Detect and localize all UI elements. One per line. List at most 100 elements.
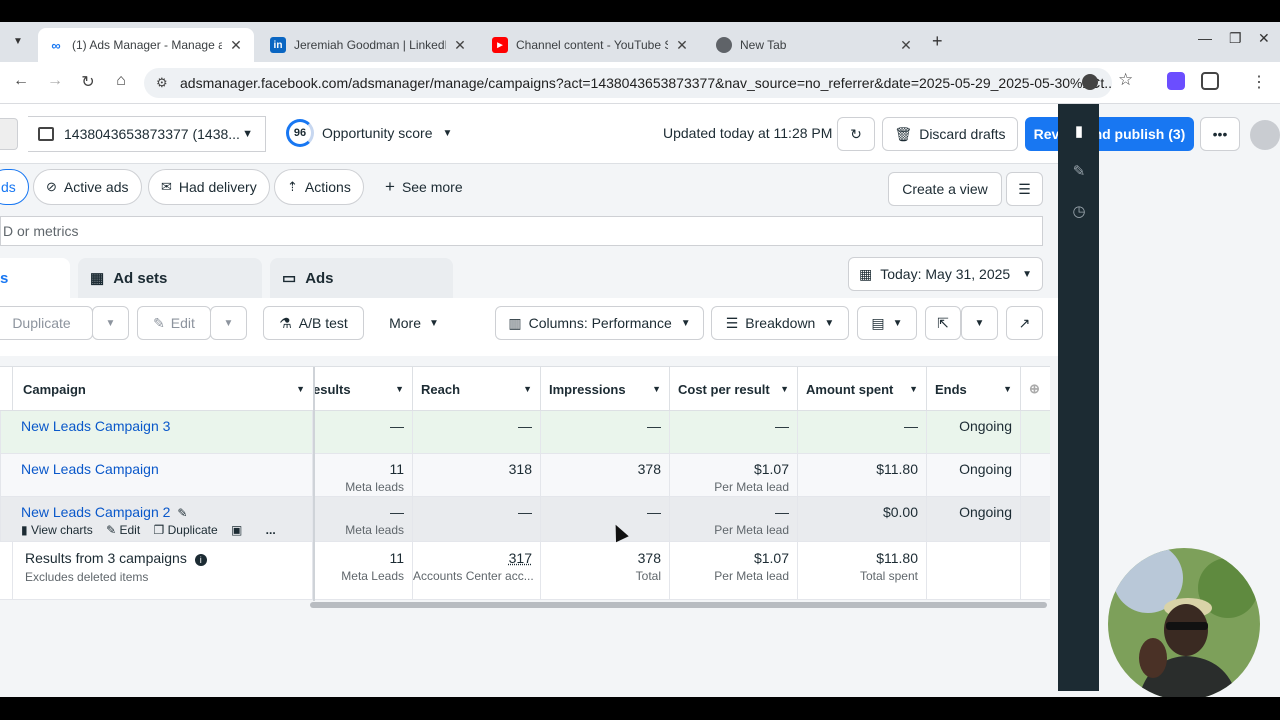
- ends-cell: Ongoing: [927, 411, 1021, 453]
- export-menu-button[interactable]: ▼: [961, 306, 998, 340]
- row-action-view-charts[interactable]: ▮ View charts: [21, 523, 93, 537]
- close-window-icon[interactable]: ✕: [1258, 30, 1270, 47]
- info-icon[interactable]: i: [194, 554, 207, 566]
- reports-button[interactable]: ▤ ▼: [857, 306, 917, 340]
- tab-ads[interactable]: ▭ Ads: [270, 258, 453, 298]
- more-options-button[interactable]: •••: [1200, 117, 1240, 151]
- view-settings-button[interactable]: ☰: [1006, 172, 1043, 206]
- filter-pill-active-ads[interactable]: ⊘ Active ads: [33, 169, 142, 205]
- browser-tab-youtube[interactable]: ▶ Channel content - YouTube Stu ✕: [482, 28, 700, 62]
- chart-view-button[interactable]: ↗: [1006, 306, 1043, 340]
- summary-impressions-sub: Total: [635, 569, 661, 583]
- bookmark-star-icon[interactable]: ☆: [1118, 70, 1133, 90]
- cost-cell: $1.07 Per Meta lead: [670, 454, 798, 496]
- columns-label: Columns: Performance: [528, 315, 672, 331]
- forward-arrow-icon[interactable]: →: [44, 72, 66, 90]
- close-tab-icon[interactable]: ✕: [674, 37, 690, 54]
- ab-test-button[interactable]: ⚗ A/B test: [263, 306, 364, 340]
- close-tab-icon[interactable]: ✕: [898, 37, 914, 54]
- column-header-impressions[interactable]: Impressions ▼: [541, 367, 670, 411]
- flask-icon: ⚗: [279, 314, 292, 331]
- campaign-name-link[interactable]: New Leads Campaign: [0, 454, 313, 496]
- back-arrow-icon[interactable]: ←: [10, 72, 32, 90]
- avatar[interactable]: [0, 118, 18, 150]
- search-input[interactable]: D or metrics: [0, 216, 1043, 246]
- preview-icon[interactable]: ▣: [231, 523, 242, 537]
- pencil-icon[interactable]: ✎: [1070, 162, 1088, 180]
- campaign-name-link[interactable]: New Leads Campaign 2 ✎ ▮ View charts ✎ E…: [0, 497, 313, 541]
- new-tab-plus-icon[interactable]: +: [932, 31, 943, 52]
- tab-ad-sets[interactable]: ▦ Ad sets: [78, 258, 262, 298]
- browser-tab-new-tab[interactable]: New Tab ✕: [706, 28, 924, 62]
- tab-search-icon[interactable]: ▼: [8, 32, 28, 52]
- review-publish-button[interactable]: Review and publish (3): [1025, 117, 1194, 151]
- close-tab-icon[interactable]: ✕: [228, 37, 244, 54]
- cost-cell: — Per Meta lead: [670, 497, 798, 541]
- filter-pill-actions[interactable]: ⇡ Actions: [274, 169, 364, 205]
- column-header-results[interactable]: esults ▼: [313, 367, 413, 411]
- export-button[interactable]: ⇱: [925, 306, 961, 340]
- edit-button[interactable]: ✎ Edit: [137, 306, 211, 340]
- refresh-button[interactable]: ↻: [837, 117, 875, 151]
- summary-reach-value[interactable]: 317: [509, 550, 532, 566]
- address-bar[interactable]: ⚙ adsmanager.facebook.com/adsmanager/man…: [144, 68, 1112, 98]
- pencil-icon: ✎: [106, 523, 120, 537]
- table-row[interactable]: New Leads Campaign 2 ✎ ▮ View charts ✎ E…: [0, 497, 1050, 542]
- browser-tab-linkedin[interactable]: in Jeremiah Goodman | LinkedIn ✕: [260, 28, 478, 62]
- bar-chart-icon[interactable]: ▮: [1070, 122, 1088, 140]
- extension-icon[interactable]: [1167, 72, 1185, 90]
- home-icon[interactable]: ⌂: [110, 72, 132, 90]
- ellipsis-icon: •••: [1212, 126, 1228, 142]
- account-selector[interactable]: 1438043653873377 (1438... ▼: [28, 116, 266, 152]
- campaign-name-link[interactable]: New Leads Campaign 3: [0, 411, 313, 453]
- browser-tab-ads-manager[interactable]: ∞ (1) Ads Manager - Manage ads ✕: [38, 28, 254, 62]
- impressions-cell: —: [541, 497, 670, 541]
- table-row[interactable]: New Leads Campaign 11 Meta leads 318 378 …: [0, 454, 1050, 497]
- site-info-icon[interactable]: ⚙: [156, 75, 168, 91]
- columns-button[interactable]: ▥ Columns: Performance ▼: [495, 306, 704, 340]
- puzzle-extensions-icon[interactable]: [1201, 72, 1219, 90]
- date-range-picker[interactable]: ▦ Today: May 31, 2025 ▼: [848, 257, 1043, 291]
- filter-pill-all-ads[interactable]: ds: [0, 169, 29, 205]
- tab-title: Jeremiah Goodman | LinkedIn: [294, 38, 446, 52]
- close-tab-icon[interactable]: ✕: [452, 37, 468, 54]
- filter-pill-had-delivery[interactable]: ✉ Had delivery: [148, 169, 270, 205]
- columns-icon: ▥: [508, 314, 522, 331]
- row-action-more[interactable]: ...: [266, 523, 276, 537]
- browser-menu-icon[interactable]: ⋮: [1248, 72, 1270, 92]
- summary-cost-value: $1.07: [753, 550, 789, 566]
- incognito-icon[interactable]: [1082, 74, 1098, 90]
- restore-icon[interactable]: ❐: [1229, 30, 1242, 47]
- create-view-button[interactable]: Create a view: [888, 172, 1002, 206]
- reach-cell: —: [413, 497, 541, 541]
- more-button[interactable]: More ▼: [372, 306, 456, 340]
- tab-title: New Tab: [740, 38, 787, 52]
- column-header-amount-spent[interactable]: Amount spent ▼: [798, 367, 927, 411]
- tab-campaigns[interactable]: s: [0, 258, 70, 298]
- pencil-icon[interactable]: ✎: [177, 506, 187, 520]
- opportunity-score-button[interactable]: 96 Opportunity score ▼: [286, 119, 452, 147]
- column-header-reach[interactable]: Reach ▼: [413, 367, 541, 411]
- see-more-button[interactable]: + See more: [372, 169, 476, 205]
- column-header-label: Impressions: [549, 381, 626, 397]
- add-column-button[interactable]: ⊕: [1021, 367, 1050, 411]
- discard-drafts-button[interactable]: 🗑 Discard drafts: [882, 117, 1018, 151]
- row-action-duplicate[interactable]: ❐ Duplicate: [154, 523, 218, 537]
- edit-menu-button[interactable]: ▼: [210, 306, 247, 340]
- column-header-campaign[interactable]: Campaign ▼: [12, 367, 314, 411]
- ad-icon: ▭: [282, 270, 297, 287]
- duplicate-button[interactable]: Duplicate: [0, 306, 93, 340]
- reload-icon[interactable]: ↻: [77, 72, 99, 92]
- tab-label: s: [0, 269, 9, 287]
- minimize-icon[interactable]: —: [1198, 30, 1212, 46]
- profile-avatar[interactable]: [1250, 120, 1280, 150]
- duplicate-menu-button[interactable]: ▼: [92, 306, 129, 340]
- history-clock-icon[interactable]: ◷: [1070, 202, 1088, 220]
- breakdown-button[interactable]: ☰ Breakdown ▼: [711, 306, 849, 340]
- summary-results-value: 11: [389, 550, 404, 566]
- table-row[interactable]: New Leads Campaign 3 — — — — — Ongoing: [0, 411, 1050, 454]
- column-header-ends[interactable]: Ends ▼: [927, 367, 1021, 411]
- horizontal-scrollbar[interactable]: [310, 602, 1047, 608]
- column-header-cost-per-result[interactable]: Cost per result ▼: [670, 367, 798, 411]
- row-action-edit[interactable]: ✎ Edit: [106, 523, 140, 537]
